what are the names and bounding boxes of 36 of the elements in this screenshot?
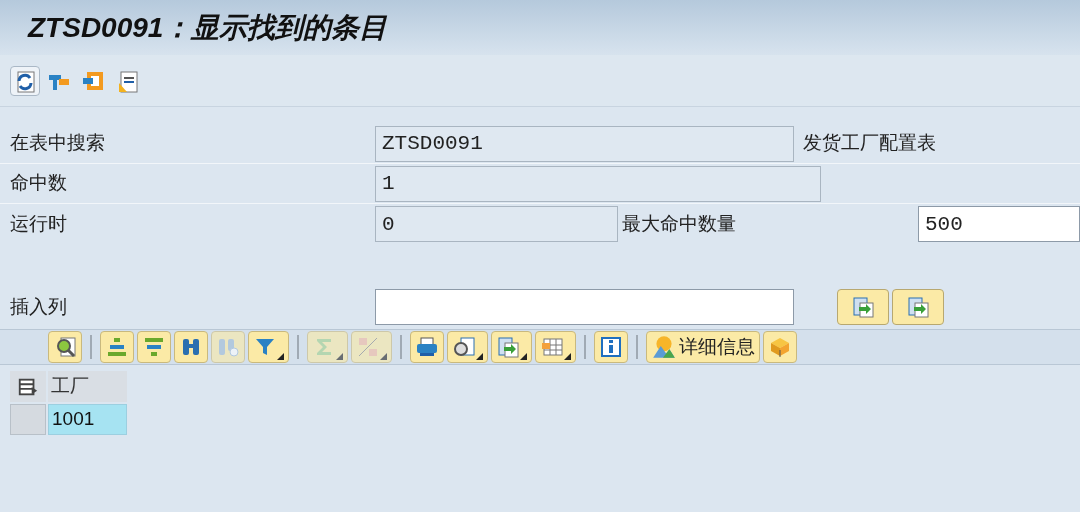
export-icon [851, 295, 875, 319]
field-label: 在表中搜索 [10, 131, 106, 156]
field-description: 发货工厂配置表 [803, 131, 936, 156]
dropdown-icon [476, 353, 483, 360]
arrow-button[interactable] [892, 289, 944, 325]
mountain-icon [651, 334, 677, 360]
input-field[interactable]: 0 [375, 206, 618, 242]
dropdown-icon [520, 353, 527, 360]
printer-icon [415, 335, 439, 359]
info-icon [599, 335, 623, 359]
window-title: ZTSD0091：显示找到的条目 [28, 10, 388, 45]
subtotal-icon [356, 335, 380, 359]
details-button[interactable]: 详细信息 [646, 331, 760, 363]
dropdown-icon [380, 353, 387, 360]
document-icon [452, 335, 476, 359]
package-icon [768, 335, 792, 359]
sort-ascending-icon [105, 335, 129, 359]
column-settings-button[interactable] [10, 371, 46, 402]
dropdown-icon [277, 353, 284, 360]
export-icon [906, 295, 930, 319]
field-label: 插入列 [10, 294, 68, 319]
input-field[interactable] [375, 289, 794, 325]
grid-layout-icon [540, 335, 564, 359]
input-field[interactable]: 500 [918, 206, 1080, 242]
sort-descending-icon [142, 335, 166, 359]
input-field[interactable]: ZTSD0091 [375, 125, 794, 162]
field-label: 最大命中数量 [622, 211, 737, 236]
column-header: 工厂 [48, 371, 127, 402]
dropdown-icon [564, 353, 571, 360]
field-label: 运行时 [10, 211, 68, 236]
table-cell: 1001 [48, 404, 127, 435]
dropdown-icon [336, 353, 343, 360]
export-icon [496, 335, 520, 359]
input-field[interactable]: 1 [375, 165, 821, 202]
field-label: 命中数 [10, 171, 68, 196]
arrow-button[interactable] [837, 289, 889, 325]
